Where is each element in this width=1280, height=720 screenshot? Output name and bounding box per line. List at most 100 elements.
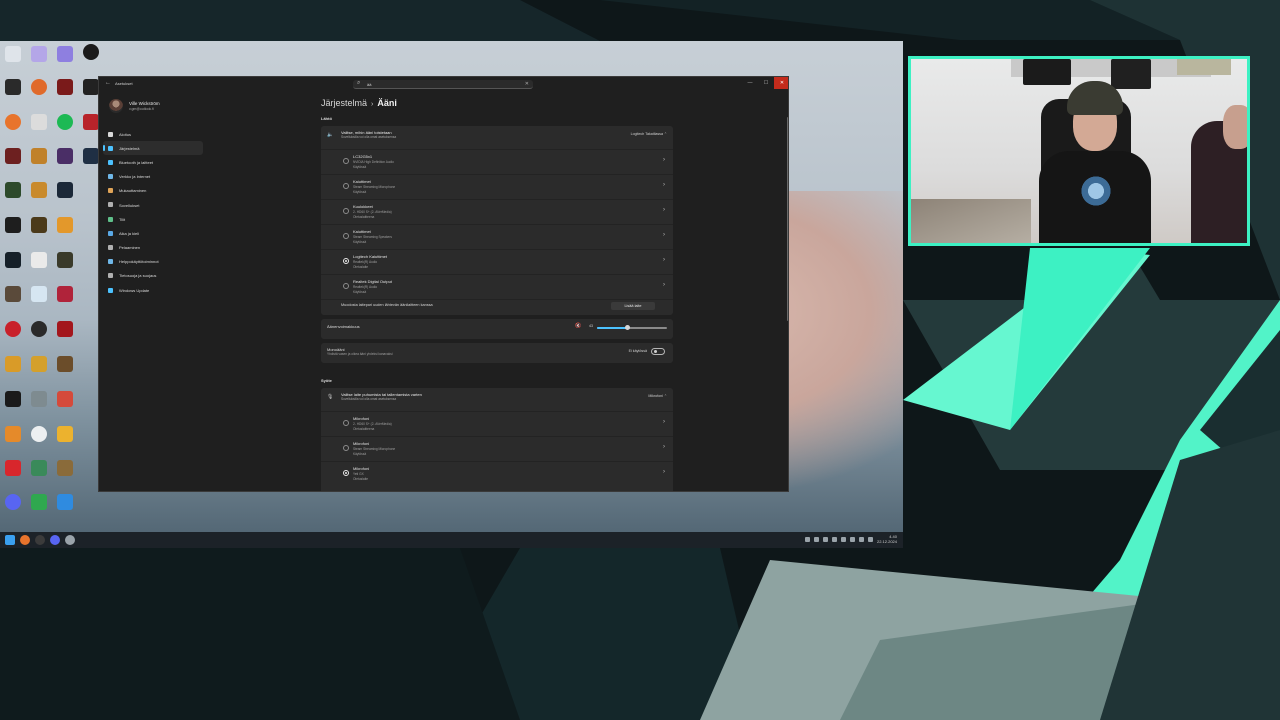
- close-button[interactable]: ✕: [774, 77, 788, 89]
- desktop-icon[interactable]: [31, 426, 47, 442]
- device-row[interactable]: Logitech Kaiuttimet Realtek(R) Audio Oletu…: [321, 249, 673, 273]
- device-row[interactable]: Mikrofoni Steam Streaming Microphone Käytö…: [321, 436, 673, 460]
- desktop-icon[interactable]: [5, 217, 21, 233]
- sidebar-item[interactable]: Pelaaminen: [103, 241, 203, 255]
- desktop-icon[interactable]: [83, 114, 99, 130]
- device-radio[interactable]: [343, 420, 349, 426]
- chevron-right-icon[interactable]: ›: [663, 419, 665, 425]
- sidebar-item[interactable]: Tietosuoja ja suojaus: [103, 269, 203, 283]
- device-radio[interactable]: [343, 283, 349, 289]
- firefox-icon[interactable]: [20, 535, 30, 545]
- tray-icon[interactable]: [804, 536, 810, 542]
- desktop-icon[interactable]: [31, 148, 47, 164]
- sidebar-item[interactable]: Mukauttaminen: [103, 184, 203, 198]
- desktop-icon[interactable]: [5, 460, 21, 476]
- clear-icon[interactable]: ✕: [525, 81, 529, 87]
- desktop-icon[interactable]: [5, 114, 21, 130]
- desktop-icon[interactable]: [57, 148, 73, 164]
- device-radio[interactable]: [343, 258, 349, 264]
- discord-icon[interactable]: [50, 535, 60, 545]
- desktop-icon[interactable]: [5, 391, 21, 407]
- desktop-icon[interactable]: [5, 321, 21, 337]
- device-radio[interactable]: [343, 233, 349, 239]
- desktop-icon[interactable]: [83, 79, 99, 95]
- sidebar-item[interactable]: Sovellukset: [103, 198, 203, 212]
- desktop-icon[interactable]: [31, 114, 47, 130]
- tray-icon[interactable]: [849, 536, 855, 542]
- chevron-right-icon[interactable]: ›: [663, 232, 665, 238]
- desktop-icon[interactable]: [31, 321, 47, 337]
- desktop-icon[interactable]: [31, 460, 47, 476]
- back-arrow-icon[interactable]: ←: [105, 80, 111, 86]
- search-input[interactable]: ⌕ ää ✕: [353, 80, 533, 89]
- desktop-icon[interactable]: [5, 182, 21, 198]
- desktop-icon[interactable]: [57, 494, 73, 510]
- desktop-icon[interactable]: [31, 252, 47, 268]
- volume-slider[interactable]: [597, 325, 667, 330]
- chevron-right-icon[interactable]: ›: [663, 282, 665, 288]
- sidebar-item[interactable]: Tilit: [103, 212, 203, 226]
- input-expander[interactable]: Mikrofoni ⌃: [648, 394, 667, 398]
- minimize-button[interactable]: —: [742, 77, 758, 89]
- desktop-icon[interactable]: [57, 460, 73, 476]
- device-row[interactable]: Kuulokkeet 2- HD60 S+ (2- AVerMedia) Oletu…: [321, 199, 673, 223]
- tray-icon[interactable]: [840, 536, 846, 542]
- device-row[interactable]: Mikrofoni Yeti GX Oletuslaite ›: [321, 461, 673, 485]
- tray-icon[interactable]: [813, 536, 819, 542]
- device-radio[interactable]: [343, 183, 349, 189]
- device-radio[interactable]: [343, 445, 349, 451]
- output-expander[interactable]: Logitech Takatilassa ⌃: [631, 132, 667, 136]
- desktop-icon[interactable]: [83, 44, 99, 60]
- sidebar-item[interactable]: Aika ja kieli: [103, 226, 203, 240]
- desktop-icon[interactable]: [57, 114, 73, 130]
- desktop-icon[interactable]: [31, 182, 47, 198]
- device-radio[interactable]: [343, 158, 349, 164]
- chevron-right-icon[interactable]: ›: [663, 257, 665, 263]
- sidebar-item[interactable]: Verkko ja Internet: [103, 170, 203, 184]
- tray-icon[interactable]: [822, 536, 828, 542]
- tray-icon[interactable]: [867, 536, 873, 542]
- start-icon[interactable]: [5, 535, 15, 545]
- desktop-icon[interactable]: [57, 46, 73, 62]
- desktop-icon[interactable]: [31, 79, 47, 95]
- device-row[interactable]: Kaiuttimet Steam Streaming Microphone Käyt…: [321, 174, 673, 198]
- sidebar-item[interactable]: Bluetooth ja laitteet: [103, 155, 203, 169]
- scrollbar[interactable]: [787, 117, 788, 321]
- desktop-icon[interactable]: [57, 391, 73, 407]
- desktop-icon[interactable]: [5, 46, 21, 62]
- desktop-icon[interactable]: [57, 252, 73, 268]
- desktop-icon[interactable]: [57, 182, 73, 198]
- chevron-right-icon[interactable]: ›: [663, 444, 665, 450]
- desktop-icon[interactable]: [5, 286, 21, 302]
- desktop-icon[interactable]: [57, 217, 73, 233]
- desktop-icon[interactable]: [31, 46, 47, 62]
- desktop-icon[interactable]: [31, 286, 47, 302]
- device-row[interactable]: Mikrofoni 2- HD60 S+ (2- AVerMedia) Oletus…: [321, 411, 673, 435]
- desktop-icon[interactable]: [31, 217, 47, 233]
- desktop-icon[interactable]: [5, 79, 21, 95]
- sidebar-item[interactable]: Järjestelmä: [103, 141, 203, 156]
- chevron-right-icon[interactable]: ›: [663, 469, 665, 475]
- desktop-icon[interactable]: [31, 494, 47, 510]
- tray-icon[interactable]: [858, 536, 864, 542]
- breadcrumb-parent[interactable]: Järjestelmä: [321, 98, 367, 108]
- device-row[interactable]: Realtek Digital Output Realtek(R) Audio Kä…: [321, 274, 673, 298]
- chevron-right-icon[interactable]: ›: [663, 157, 665, 163]
- chevron-right-icon[interactable]: ›: [663, 207, 665, 213]
- desktop-icon[interactable]: [5, 148, 21, 164]
- maximize-button[interactable]: ☐: [758, 77, 774, 89]
- tray-icon[interactable]: [831, 536, 837, 542]
- device-row[interactable]: LC32G5x1 NVIDIA High Definition Audio Käyt…: [321, 149, 673, 173]
- desktop-icon[interactable]: [57, 321, 73, 337]
- mono-audio-toggle[interactable]: [651, 348, 665, 355]
- desktop-icon[interactable]: [57, 286, 73, 302]
- desktop-icon[interactable]: [5, 356, 21, 372]
- desktop-icon[interactable]: [5, 494, 21, 510]
- device-radio[interactable]: [343, 470, 349, 476]
- desktop-icon[interactable]: [5, 426, 21, 442]
- desktop-icon[interactable]: [83, 148, 99, 164]
- sidebar-item[interactable]: Helppokäyttötoiminnot: [103, 255, 203, 269]
- sidebar-item[interactable]: Aloitus: [103, 127, 203, 141]
- desktop-icon[interactable]: [5, 252, 21, 268]
- desktop-icon[interactable]: [57, 356, 73, 372]
